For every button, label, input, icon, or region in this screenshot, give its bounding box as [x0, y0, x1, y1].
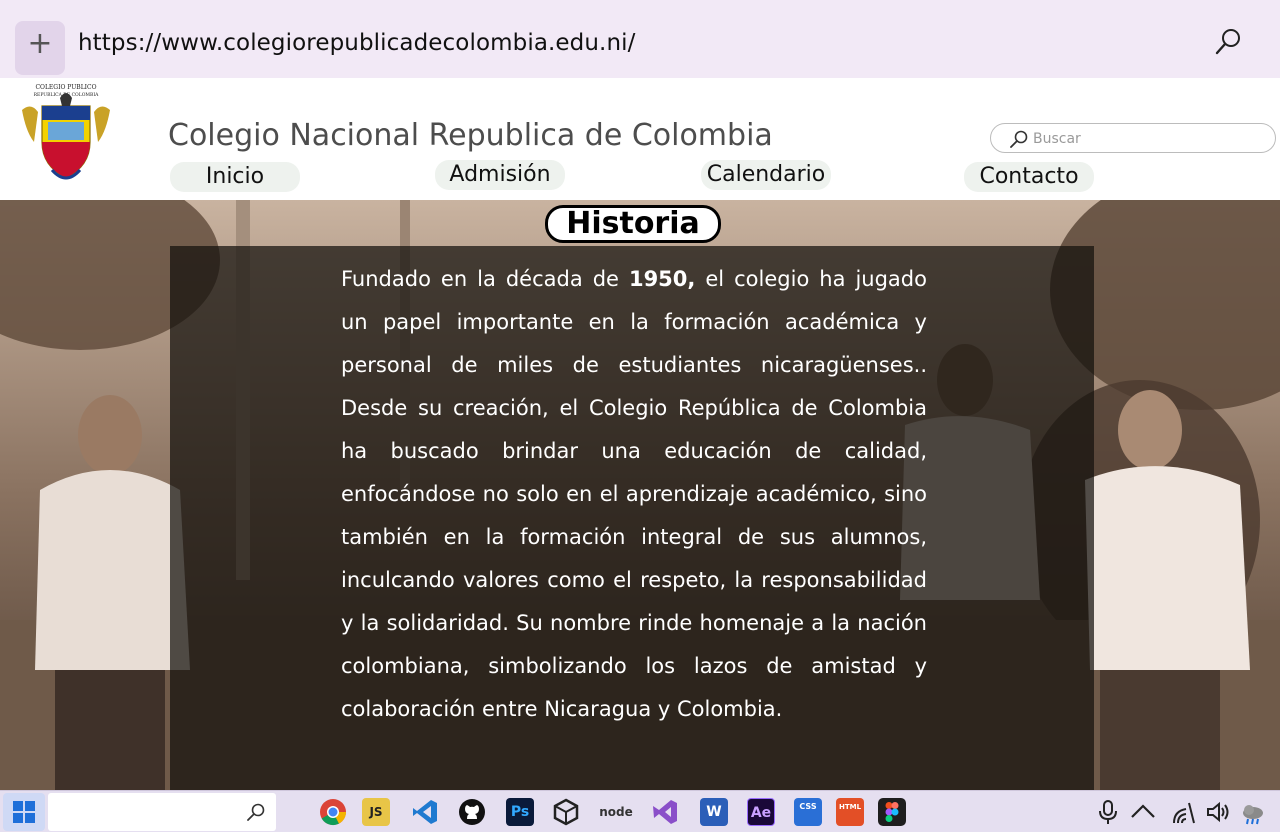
nav-contacto[interactable]: Contacto: [964, 162, 1094, 192]
hero-section: Historia Fundado en la década de 1950, e…: [0, 200, 1280, 790]
school-crest-logo: COLEGIO PUBLICO REPUBLICA DE COLOMBIA: [22, 84, 110, 180]
crest-text-top: COLEGIO PUBLICO: [35, 84, 96, 91]
nav-inicio[interactable]: Inicio: [170, 162, 300, 192]
site-title: Colegio Nacional Republica de Colombia: [168, 118, 773, 153]
nav-calendario[interactable]: Calendario: [701, 160, 831, 190]
new-tab-button[interactable]: +: [15, 21, 65, 75]
search-icon: [247, 803, 265, 821]
html5-icon[interactable]: HTML: [836, 798, 864, 826]
chrome-icon[interactable]: [319, 798, 347, 826]
site-search[interactable]: [990, 123, 1276, 153]
visual-studio-icon[interactable]: [651, 798, 679, 826]
windows-start-button[interactable]: [3, 793, 45, 831]
vscode-icon[interactable]: [411, 798, 439, 826]
css3-icon[interactable]: CSS: [794, 798, 822, 826]
taskbar-search[interactable]: [48, 793, 276, 831]
search-input[interactable]: [1033, 128, 1253, 150]
word-icon[interactable]: W: [700, 798, 728, 826]
taskbar: JS Ps node W Ae CSS HTML: [0, 790, 1280, 832]
history-text-before: Fundado en la década de: [341, 267, 629, 291]
javascript-icon[interactable]: JS: [362, 798, 390, 826]
photoshop-icon[interactable]: Ps: [506, 798, 534, 826]
wifi-icon[interactable]: [1170, 799, 1196, 825]
figma-icon[interactable]: [878, 798, 906, 826]
microphone-icon[interactable]: [1095, 799, 1121, 825]
historia-heading: Historia: [545, 205, 721, 243]
history-founding-year: 1950,: [628, 267, 696, 291]
search-icon: [1010, 130, 1028, 148]
unity-icon[interactable]: [552, 798, 580, 826]
browser-bar: + https://www.colegiorepublicadecolombia…: [0, 0, 1280, 78]
address-bar[interactable]: https://www.colegiorepublicadecolombia.e…: [78, 30, 635, 56]
volume-icon[interactable]: [1205, 799, 1231, 825]
history-paragraph: Fundado en la década de 1950, el colegio…: [341, 258, 927, 731]
after-effects-icon[interactable]: Ae: [747, 798, 775, 826]
nodejs-icon[interactable]: node: [598, 798, 634, 826]
github-icon[interactable]: [458, 798, 486, 826]
history-text-after: el colegio ha jugado un papel importante…: [341, 267, 927, 721]
nav-admision[interactable]: Admisión: [435, 160, 565, 190]
weather-icon[interactable]: [1240, 799, 1266, 825]
chevron-up-icon[interactable]: [1130, 799, 1156, 825]
search-icon[interactable]: [1213, 27, 1243, 57]
